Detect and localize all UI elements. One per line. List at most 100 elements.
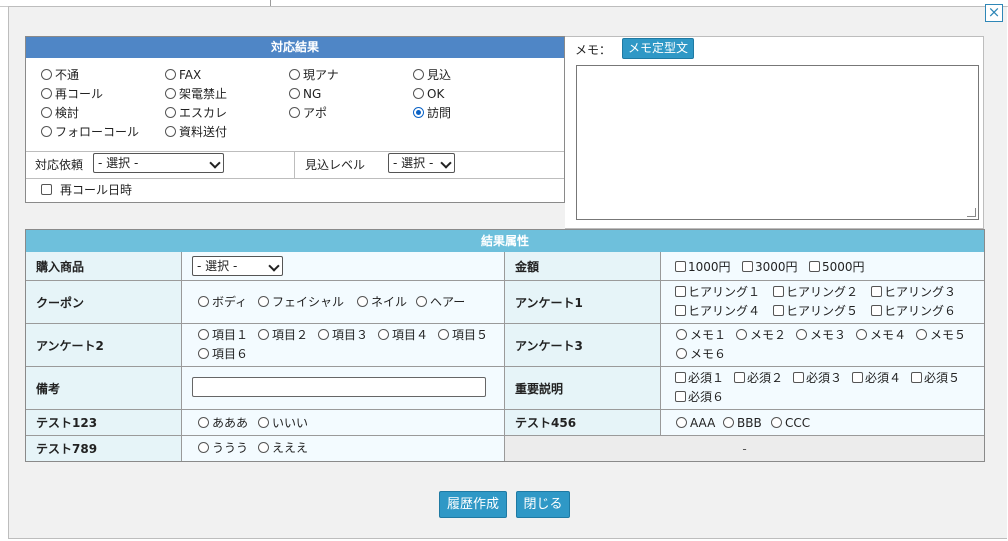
result-option-ok[interactable]: OK	[413, 85, 444, 102]
radio-icon[interactable]	[41, 107, 52, 118]
radio-icon[interactable]	[198, 296, 209, 307]
radio-icon[interactable]	[198, 442, 209, 453]
radio-icon[interactable]	[723, 417, 734, 428]
resize-grip-icon[interactable]	[967, 208, 976, 217]
result-option-fax[interactable]: FAX	[165, 66, 201, 83]
amount-option-5000[interactable]: 5000円	[809, 258, 865, 275]
radio-icon[interactable]	[198, 329, 209, 340]
radio-icon[interactable]	[856, 329, 867, 340]
checkbox-icon[interactable]	[742, 261, 753, 272]
close-icon[interactable]: ×	[985, 4, 1003, 22]
checkbox-icon[interactable]	[871, 286, 882, 297]
notes-input[interactable]	[192, 377, 486, 397]
radio-icon[interactable]	[165, 69, 176, 80]
test123-option-iii[interactable]: いいい	[258, 414, 308, 431]
coupon-option-hair[interactable]: ヘアー	[416, 293, 465, 310]
checkbox-icon[interactable]	[675, 286, 686, 297]
checkbox-icon[interactable]	[871, 305, 882, 316]
radio-selected-icon[interactable]	[413, 107, 424, 118]
survey3-option-1[interactable]: メモ１	[676, 326, 726, 343]
result-option-futsu[interactable]: 不通	[41, 66, 79, 83]
result-option-no-call[interactable]: 架電禁止	[165, 85, 227, 102]
radio-icon[interactable]	[41, 88, 52, 99]
survey3-option-5[interactable]: メモ５	[916, 326, 966, 343]
radio-icon[interactable]	[771, 417, 782, 428]
checkbox-icon[interactable]	[911, 372, 922, 383]
result-option-mikomi[interactable]: 見込	[413, 66, 451, 83]
important-option-6[interactable]: 必須６	[675, 388, 724, 405]
radio-icon[interactable]	[357, 296, 368, 307]
checkbox-icon[interactable]	[773, 305, 784, 316]
survey2-option-1[interactable]: 項目１	[198, 326, 248, 343]
result-option-follow-call[interactable]: フォローコール	[41, 123, 139, 140]
survey3-option-6[interactable]: メモ６	[676, 345, 726, 362]
survey1-option-6[interactable]: ヒアリング６	[871, 302, 956, 319]
create-history-button[interactable]: 履歴作成	[439, 491, 507, 518]
radio-icon[interactable]	[676, 348, 687, 359]
purchase-select[interactable]: - 選択 -	[192, 256, 283, 276]
radio-icon[interactable]	[198, 348, 209, 359]
survey1-option-1[interactable]: ヒアリング１	[675, 283, 760, 300]
survey1-option-4[interactable]: ヒアリング４	[675, 302, 760, 319]
result-option-appo[interactable]: アポ	[289, 104, 327, 121]
radio-icon[interactable]	[198, 417, 209, 428]
test456-option-ccc[interactable]: CCC	[771, 414, 810, 431]
result-option-escalate[interactable]: エスカレ	[165, 104, 227, 121]
result-option-visit[interactable]: 訪問	[413, 104, 451, 121]
survey2-option-6[interactable]: 項目６	[198, 345, 248, 362]
radio-icon[interactable]	[318, 329, 329, 340]
coupon-option-nail[interactable]: ネイル	[357, 293, 407, 310]
checkbox-icon[interactable]	[793, 372, 804, 383]
important-option-3[interactable]: 必須３	[793, 369, 842, 386]
radio-icon[interactable]	[676, 417, 687, 428]
recall-datetime-checkbox[interactable]: 再コール日時	[41, 181, 132, 198]
checkbox-icon[interactable]	[41, 184, 52, 195]
radio-icon[interactable]	[289, 107, 300, 118]
radio-icon[interactable]	[258, 296, 269, 307]
checkbox-icon[interactable]	[675, 391, 686, 402]
radio-icon[interactable]	[796, 329, 807, 340]
result-option-kento[interactable]: 検討	[41, 104, 79, 121]
survey2-option-4[interactable]: 項目４	[378, 326, 428, 343]
survey3-option-3[interactable]: メモ３	[796, 326, 846, 343]
checkbox-icon[interactable]	[809, 261, 820, 272]
checkbox-icon[interactable]	[773, 286, 784, 297]
checkbox-icon[interactable]	[675, 261, 686, 272]
radio-icon[interactable]	[413, 69, 424, 80]
survey1-option-5[interactable]: ヒアリング５	[773, 302, 858, 319]
survey1-option-2[interactable]: ヒアリング２	[773, 283, 858, 300]
radio-icon[interactable]	[916, 329, 927, 340]
radio-icon[interactable]	[438, 329, 449, 340]
test789-option-eee[interactable]: えええ	[258, 439, 308, 456]
result-option-recall[interactable]: 再コール	[41, 85, 103, 102]
radio-icon[interactable]	[736, 329, 747, 340]
prospect-level-select[interactable]: - 選択 -	[388, 153, 455, 173]
radio-icon[interactable]	[676, 329, 687, 340]
radio-icon[interactable]	[165, 126, 176, 137]
checkbox-icon[interactable]	[675, 305, 686, 316]
survey3-option-4[interactable]: メモ４	[856, 326, 906, 343]
survey3-option-2[interactable]: メモ２	[736, 326, 786, 343]
result-option-ng[interactable]: NG	[289, 85, 321, 102]
radio-icon[interactable]	[416, 296, 427, 307]
radio-icon[interactable]	[41, 126, 52, 137]
request-select[interactable]: - 選択 -	[93, 153, 224, 173]
survey2-option-2[interactable]: 項目２	[258, 326, 308, 343]
survey1-option-3[interactable]: ヒアリング３	[871, 283, 956, 300]
radio-icon[interactable]	[378, 329, 389, 340]
close-button[interactable]: 閉じる	[516, 491, 570, 518]
radio-icon[interactable]	[41, 69, 52, 80]
checkbox-icon[interactable]	[852, 372, 863, 383]
radio-icon[interactable]	[258, 442, 269, 453]
important-option-5[interactable]: 必須５	[911, 369, 960, 386]
checkbox-icon[interactable]	[675, 372, 686, 383]
radio-icon[interactable]	[289, 88, 300, 99]
important-option-4[interactable]: 必須４	[852, 369, 901, 386]
important-option-2[interactable]: 必須２	[734, 369, 783, 386]
test456-option-bbb[interactable]: BBB	[723, 414, 762, 431]
radio-icon[interactable]	[289, 69, 300, 80]
coupon-option-facial[interactable]: フェイシャル	[258, 293, 344, 310]
amount-option-1000[interactable]: 1000円	[675, 258, 731, 275]
test456-option-aaa[interactable]: AAA	[676, 414, 715, 431]
result-option-send-docs[interactable]: 資料送付	[165, 123, 227, 140]
